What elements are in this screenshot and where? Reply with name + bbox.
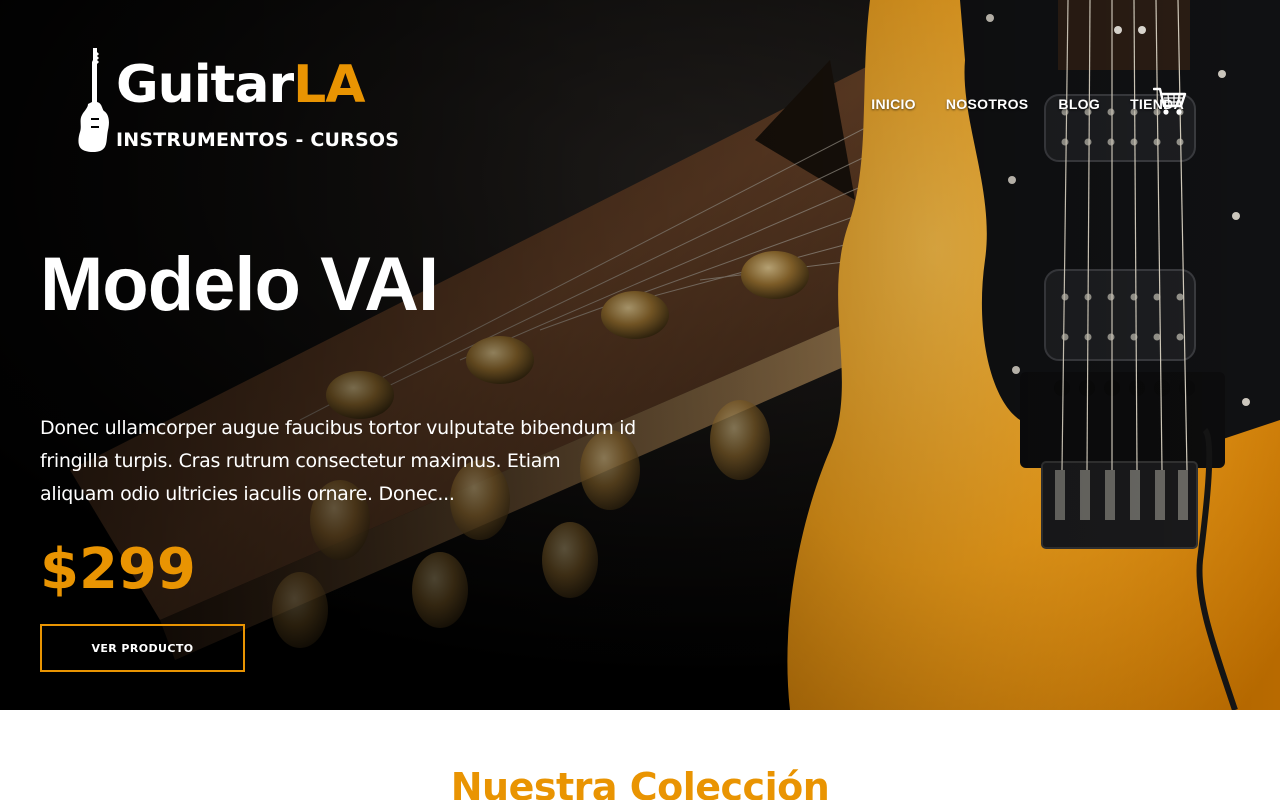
shopping-cart-icon[interactable]	[1153, 86, 1187, 116]
hero-description: Donec ullamcorper augue faucibus tortor …	[40, 417, 636, 505]
hero-section: GuitarLA INSTRUMENTOS - CURSOS INICIO NO…	[0, 0, 1280, 710]
view-product-button[interactable]: VER PRODUCTO	[40, 624, 245, 672]
main-navigation: INICIO NOSOTROS BLOG TIENDA	[871, 94, 1184, 114]
brand-name: GuitarLA	[116, 55, 366, 115]
nav-link-inicio[interactable]: INICIO	[871, 94, 916, 114]
nav-link-blog[interactable]: BLOG	[1058, 94, 1100, 114]
collection-title: Nuestra Colección	[450, 765, 830, 800]
electric-guitar-icon	[78, 48, 109, 152]
hero-price: $299	[40, 537, 196, 602]
brand-tagline: INSTRUMENTOS - CURSOS	[116, 129, 400, 151]
brand-name-accent: LA	[293, 55, 365, 115]
hero-title: Modelo VAI	[40, 242, 439, 327]
brand-name-main: Guitar	[116, 55, 294, 115]
brand-logo[interactable]: GuitarLA INSTRUMENTOS - CURSOS	[78, 48, 408, 154]
nav-link-nosotros[interactable]: NOSOTROS	[946, 94, 1029, 114]
